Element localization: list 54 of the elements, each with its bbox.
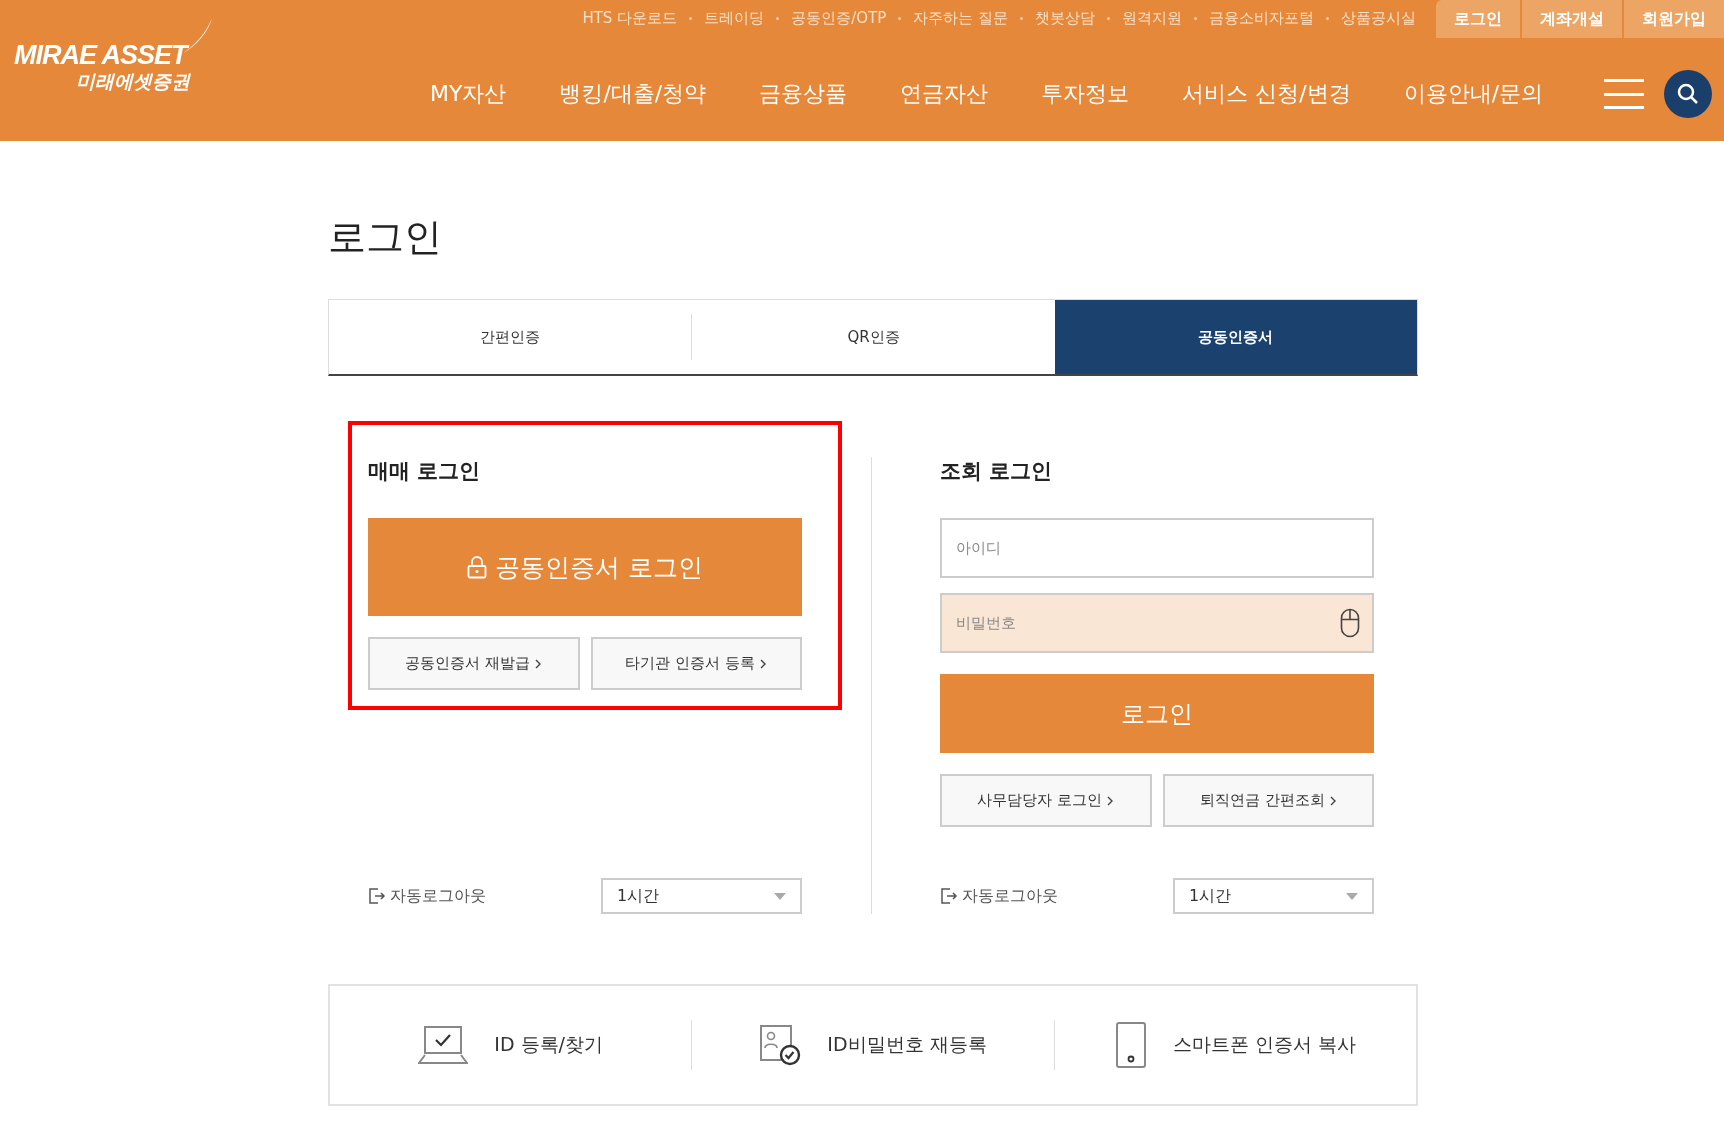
lock-icon	[467, 555, 487, 579]
search-button[interactable]	[1664, 70, 1713, 118]
utility-link[interactable]: 트레이딩	[704, 8, 765, 28]
id-card-check-icon	[759, 1024, 802, 1066]
nav-menu-item[interactable]: 연금자산	[900, 79, 989, 109]
section-title: 매매 로그인	[368, 459, 482, 483]
help-link[interactable]: ID비밀번호 재등록	[692, 1024, 1054, 1066]
utility-link[interactable]: 금융소비자포털	[1209, 8, 1314, 28]
certificate-login-button[interactable]: 공동인증서 로그인	[368, 518, 802, 616]
mouse-icon	[1340, 608, 1360, 638]
nav-menu-item[interactable]: 금융상품	[759, 79, 848, 109]
chevron-right-icon	[534, 657, 543, 670]
section-title: 조회 로그인	[940, 459, 1054, 483]
logout-time-dropdown[interactable]: 1시간	[1173, 878, 1374, 914]
chevron-right-icon	[1328, 794, 1337, 807]
laptop-check-icon	[418, 1025, 469, 1065]
account-button[interactable]: 로그인	[1436, 0, 1520, 38]
id-input-field[interactable]: 아이디	[940, 518, 1374, 578]
auto-logout-label: 자동로그아웃	[390, 885, 486, 907]
login-tab[interactable]: 공동인증서	[1054, 300, 1417, 374]
nav-menu-item[interactable]: 뱅킹/대출/청약	[559, 79, 707, 109]
utility-link[interactable]: 챗봇상담	[1035, 8, 1095, 28]
chevron-right-icon	[1106, 794, 1115, 807]
secondary-link-button[interactable]: 공동인증서 재발급	[368, 637, 580, 690]
utility-link[interactable]: 공동인증/OTP	[791, 8, 887, 28]
utility-link[interactable]: HTS 다운로드	[582, 8, 678, 28]
chevron-right-icon	[759, 657, 767, 670]
utility-link[interactable]: 상품공시실	[1341, 8, 1416, 28]
smartphone-icon	[1114, 1021, 1147, 1069]
account-button[interactable]: 회원가입	[1624, 0, 1724, 38]
page-title: 로그인	[328, 214, 443, 261]
secondary-link-button[interactable]: 퇴직연금 간편조회	[1162, 774, 1374, 827]
nav-menu-item[interactable]: 투자정보	[1041, 79, 1130, 109]
login-button[interactable]: 로그인	[940, 674, 1374, 753]
logout-icon	[940, 887, 958, 905]
utility-link[interactable]: 자주하는 질문	[913, 8, 1008, 28]
logo-brand[interactable]: MIRAE ASSET	[14, 40, 420, 70]
caret-icon	[1346, 892, 1358, 900]
help-link[interactable]: ID 등록/찾기	[330, 1025, 692, 1065]
nav-menu-item[interactable]: MY자산	[430, 79, 507, 109]
logo-name[interactable]: 미래에셋증권	[76, 70, 420, 92]
nav-menu-item[interactable]: 이용안내/문의	[1403, 79, 1544, 109]
logout-time-dropdown[interactable]: 1시간	[601, 878, 802, 914]
secondary-link-button[interactable]: 타기관 인증서 등록	[590, 637, 802, 690]
secondary-link-button[interactable]: 사무담당자 로그인	[940, 774, 1152, 827]
caret-icon	[774, 892, 786, 900]
menu-button[interactable]	[1604, 79, 1645, 109]
logout-icon	[368, 887, 386, 905]
auto-logout-label: 자동로그아웃	[962, 885, 1058, 907]
utility-link[interactable]: 원격지원	[1122, 8, 1182, 28]
help-link[interactable]: 스마트폰 인증서 복사	[1054, 1021, 1416, 1069]
password-input-field[interactable]: 비밀번호	[940, 593, 1374, 653]
nav-menu-item[interactable]: 서비스 신청/변경	[1182, 79, 1351, 109]
account-button[interactable]: 계좌개설	[1522, 0, 1622, 38]
